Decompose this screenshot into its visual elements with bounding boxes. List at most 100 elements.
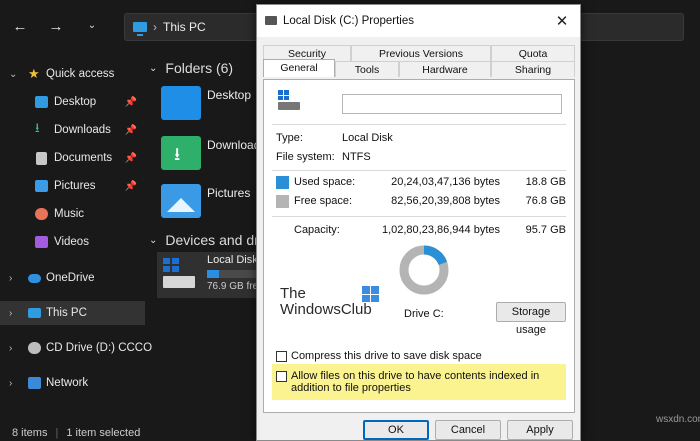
compress-drive-checkbox-row[interactable]: Compress this drive to save disk space [276,350,482,362]
chevron-right-icon[interactable]: › [9,343,12,354]
index-files-checkbox[interactable] [276,371,287,382]
documents-icon [36,151,47,165]
selection-count: 1 item selected [66,426,141,439]
dialog-titlebar[interactable]: Local Disk (C:) Properties ✕ [257,5,580,37]
pin-icon[interactable]: 📌 [125,125,137,136]
sidebar-item-network[interactable]: › Network [0,371,145,395]
this-pc-icon [28,308,41,318]
navigation-pane: ⌄ ★ Quick access Desktop 📌 ⭳ Downloads 📌… [0,56,152,416]
sidebar-item-label: Documents [54,152,113,164]
item-count: 8 items [12,426,48,439]
chevron-down-icon[interactable]: ⌄ [84,18,100,35]
divider [272,216,566,217]
file-system-value: NTFS [342,151,371,163]
capacity-gb: 95.7 GB [525,224,566,236]
used-space-swatch [276,176,289,189]
chevron-down-icon[interactable]: ⌄ [9,69,17,80]
download-icon: ⭳ [35,120,40,135]
apply-button[interactable]: Apply [507,420,573,440]
watermark: The WindowsClub [280,285,379,318]
tab-tools[interactable]: Tools [335,61,399,77]
sidebar-item-quick-access[interactable]: ⌄ ★ Quick access [0,62,145,86]
music-icon [35,208,48,220]
compress-drive-checkbox[interactable] [276,351,287,362]
cd-drive-icon [28,342,41,354]
folders-section-header[interactable]: ⌄ Folders (6) [149,60,233,76]
pictures-icon [35,180,48,192]
free-space-swatch [276,195,289,208]
ok-button[interactable]: OK [363,420,429,440]
chevron-down-icon[interactable]: ⌄ [149,63,157,74]
forward-arrow-icon[interactable]: → [48,18,64,35]
properties-dialog: Local Disk (C:) Properties ✕ Security Pr… [256,4,581,441]
sidebar-item-label: Pictures [54,180,96,192]
tab-sharing[interactable]: Sharing [491,61,575,77]
free-space-label: Free space: [294,195,353,207]
used-space-gb: 18.8 GB [525,176,566,188]
chevron-right-icon[interactable]: › [9,308,12,319]
tab-hardware[interactable]: Hardware [399,61,491,77]
sidebar-item-this-pc[interactable]: › This PC [0,301,145,325]
sidebar-item-label: This PC [46,307,87,319]
watermark-line2: WindowsClub [280,301,372,318]
pictures-folder-icon [161,184,201,218]
capacity-label: Capacity: [294,224,340,236]
pin-icon[interactable]: 📌 [125,153,137,164]
cancel-button[interactable]: Cancel [435,420,501,440]
tab-quota[interactable]: Quota [491,45,575,61]
network-icon [28,377,41,389]
tab-general[interactable]: General [263,59,335,77]
drive-c-label: Drive C: [404,308,444,320]
tab-previous-versions[interactable]: Previous Versions [351,45,491,61]
index-files-checkbox-row[interactable]: Allow files on this drive to have conten… [276,370,562,394]
chevron-down-icon[interactable]: ⌄ [149,235,157,246]
free-space-gb: 76.8 GB [525,195,566,207]
drive-name-input[interactable] [342,94,562,114]
sidebar-item-label: Network [46,377,89,389]
drive-usage-fill [207,270,219,278]
sidebar-item-label: Videos [54,236,89,248]
pin-icon[interactable]: 📌 [125,97,137,108]
sidebar-item-label: Quick access [46,68,115,80]
sidebar-item-label: OneDrive [46,272,95,284]
chevron-right-icon[interactable]: › [9,378,12,389]
index-files-label: Allow files on this drive to have conten… [291,370,540,394]
back-arrow-icon[interactable]: ← [12,18,28,35]
sidebar-item-documents[interactable]: Documents 📌 [0,146,145,170]
chevron-right-icon[interactable]: › [9,273,12,284]
sidebar-item-label: Downloads [54,124,111,136]
folder-label: Download [207,138,261,152]
type-value: Local Disk [342,132,393,144]
capacity-bytes: 1,02,80,23,86,944 bytes [381,224,500,236]
this-pc-icon [133,22,147,36]
status-bar: 8 items | 1 item selected [0,424,260,441]
corner-watermark: wsxdn.com [656,414,700,425]
local-disk-icon [278,90,304,112]
watermark-line1: The [280,285,306,302]
sidebar-item-desktop[interactable]: Desktop 📌 [0,90,145,114]
sidebar-item-downloads[interactable]: ⭳ Downloads 📌 [0,118,145,142]
sidebar-item-videos[interactable]: Videos [0,230,145,254]
drive-icon [265,16,277,25]
local-disk-tile[interactable]: Local Disk 76.9 GB fre [157,252,267,298]
file-system-label: File system: [276,151,335,163]
sidebar-item-onedrive[interactable]: › OneDrive [0,266,145,290]
free-space-bytes: 82,56,20,39,808 bytes [391,195,500,207]
breadcrumb-this-pc[interactable]: This PC [163,20,206,34]
drive-label: Local Disk [207,254,258,266]
sidebar-item-music[interactable]: Music [0,202,145,226]
sidebar-item-label: CD Drive (D:) CCCO [46,342,153,354]
close-icon[interactable]: ✕ [554,12,570,30]
pin-icon[interactable]: 📌 [125,181,137,192]
status-divider: | [55,426,59,439]
windowsclub-logo-icon [362,286,380,302]
storage-usage-button[interactable]: Storage usage [496,302,566,336]
disk-usage-donut [399,245,449,295]
devices-section-header[interactable]: ⌄ Devices and driv [149,232,269,248]
section-title: Devices and driv [165,232,269,248]
sidebar-item-pictures[interactable]: Pictures 📌 [0,174,145,198]
section-title: Folders (6) [165,60,234,76]
sidebar-item-label: Music [54,208,85,220]
sidebar-item-label: Desktop [54,96,97,108]
sidebar-item-cd-drive[interactable]: › CD Drive (D:) CCCO [0,336,152,360]
